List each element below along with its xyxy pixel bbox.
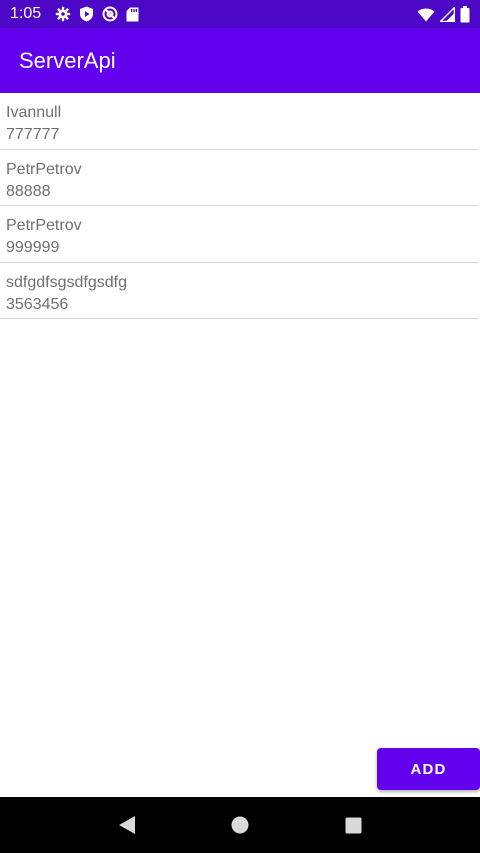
contact-phone: 88888 bbox=[6, 182, 51, 200]
navigation-bar bbox=[0, 797, 480, 853]
signal-icon bbox=[440, 6, 455, 22]
list-item[interactable]: PetrPetrov 999999 bbox=[0, 206, 478, 263]
app-bar: ServerApi bbox=[0, 28, 480, 93]
contact-name: PetrPetrov bbox=[6, 160, 82, 178]
shield-play-icon bbox=[79, 6, 94, 22]
status-time: 1:05 bbox=[10, 5, 42, 22]
list-item[interactable]: Ivannull 777777 bbox=[0, 93, 478, 150]
contact-phone: 999999 bbox=[6, 239, 60, 256]
contact-name: Ivannull bbox=[6, 104, 62, 121]
back-icon[interactable] bbox=[118, 815, 136, 835]
contact-phone: 3563456 bbox=[6, 295, 69, 313]
contact-name: PetrPetrov bbox=[6, 217, 82, 234]
list-item[interactable]: sdfgdfsgsdfgsdfg 3563456 bbox=[0, 263, 478, 319]
status-icons-right bbox=[417, 5, 470, 23]
gear-icon bbox=[55, 6, 71, 22]
status-bar: 1:05 bbox=[0, 0, 480, 28]
home-icon[interactable] bbox=[231, 816, 249, 834]
at-sign-icon bbox=[102, 6, 118, 22]
recents-icon[interactable] bbox=[345, 817, 362, 834]
contact-phone: 777777 bbox=[6, 126, 60, 143]
sd-card-icon bbox=[126, 7, 139, 22]
wifi-icon bbox=[417, 7, 435, 22]
app-title: ServerApi bbox=[19, 47, 116, 73]
list-item[interactable]: PetrPetrov 88888 bbox=[0, 150, 478, 206]
battery-icon bbox=[460, 5, 470, 23]
add-button[interactable]: ADD bbox=[377, 748, 480, 790]
contact-name: sdfgdfsgsdfgsdfg bbox=[6, 273, 127, 291]
contact-list: Ivannull 777777 PetrPetrov 88888 PetrPet… bbox=[0, 93, 480, 319]
status-icons-left bbox=[55, 6, 139, 22]
